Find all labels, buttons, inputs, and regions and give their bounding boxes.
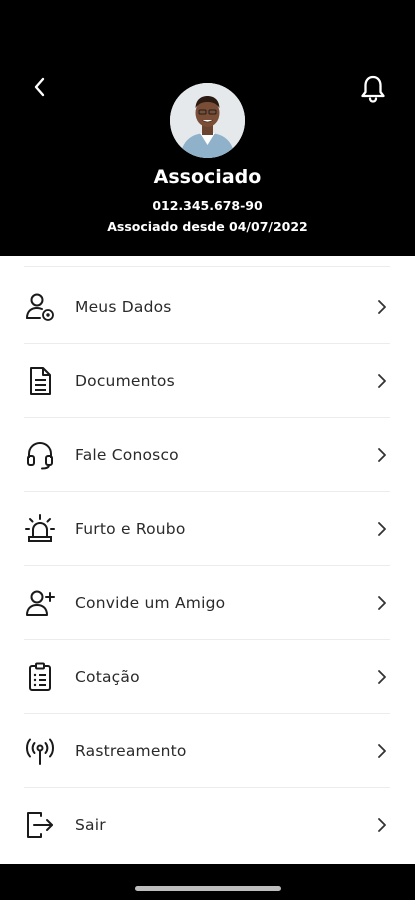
menu-item-label: Convide um Amigo xyxy=(75,594,226,612)
profile-menu: Meus Dados Documentos Fale Conosco Furto… xyxy=(0,256,415,864)
chevron-right-icon xyxy=(372,445,392,465)
menu-item-label: Documentos xyxy=(75,372,175,390)
user-cpf: 012.345.678-90 xyxy=(152,198,263,213)
user-settings-icon xyxy=(24,291,56,323)
menu-item-label: Rastreamento xyxy=(75,742,187,760)
profile-header: Associado 012.345.678-90 Associado desde… xyxy=(0,0,415,256)
chevron-right-icon xyxy=(372,667,392,687)
divider xyxy=(24,266,390,267)
menu-item-cotacao[interactable]: Cotação xyxy=(0,640,415,714)
chevron-right-icon xyxy=(372,371,392,391)
user-add-icon xyxy=(24,587,56,619)
menu-item-documentos[interactable]: Documentos xyxy=(0,344,415,418)
menu-item-convide-um-amigo[interactable]: Convide um Amigo xyxy=(0,566,415,640)
chevron-left-icon xyxy=(32,76,46,102)
menu-item-label: Furto e Roubo xyxy=(75,520,186,538)
avatar-image xyxy=(170,83,245,158)
menu-item-meus-dados[interactable]: Meus Dados xyxy=(0,270,415,344)
avatar[interactable] xyxy=(170,83,245,158)
antenna-signal-icon xyxy=(24,735,56,767)
clipboard-icon xyxy=(24,661,56,693)
back-button[interactable] xyxy=(24,74,54,104)
chevron-right-icon xyxy=(372,519,392,539)
alarm-siren-icon xyxy=(24,513,56,545)
menu-item-label: Meus Dados xyxy=(75,298,172,316)
chevron-right-icon xyxy=(372,593,392,613)
menu-item-furto-e-roubo[interactable]: Furto e Roubo xyxy=(0,492,415,566)
menu-item-sair[interactable]: Sair xyxy=(0,788,415,862)
chevron-right-icon xyxy=(372,815,392,835)
system-navigation-bar xyxy=(0,864,415,900)
member-since: Associado desde 04/07/2022 xyxy=(107,219,308,234)
notifications-button[interactable] xyxy=(356,74,390,108)
menu-item-label: Sair xyxy=(75,816,106,834)
menu-item-fale-conosco[interactable]: Fale Conosco xyxy=(0,418,415,492)
chevron-right-icon xyxy=(372,741,392,761)
headset-icon xyxy=(24,439,56,471)
menu-item-label: Fale Conosco xyxy=(75,446,179,464)
menu-item-rastreamento[interactable]: Rastreamento xyxy=(0,714,415,788)
chevron-right-icon xyxy=(372,297,392,317)
logout-icon xyxy=(24,809,56,841)
bell-icon xyxy=(359,74,387,108)
document-icon xyxy=(24,365,56,397)
user-name: Associado xyxy=(153,166,262,188)
menu-item-label: Cotação xyxy=(75,668,140,686)
home-indicator[interactable] xyxy=(135,886,281,891)
